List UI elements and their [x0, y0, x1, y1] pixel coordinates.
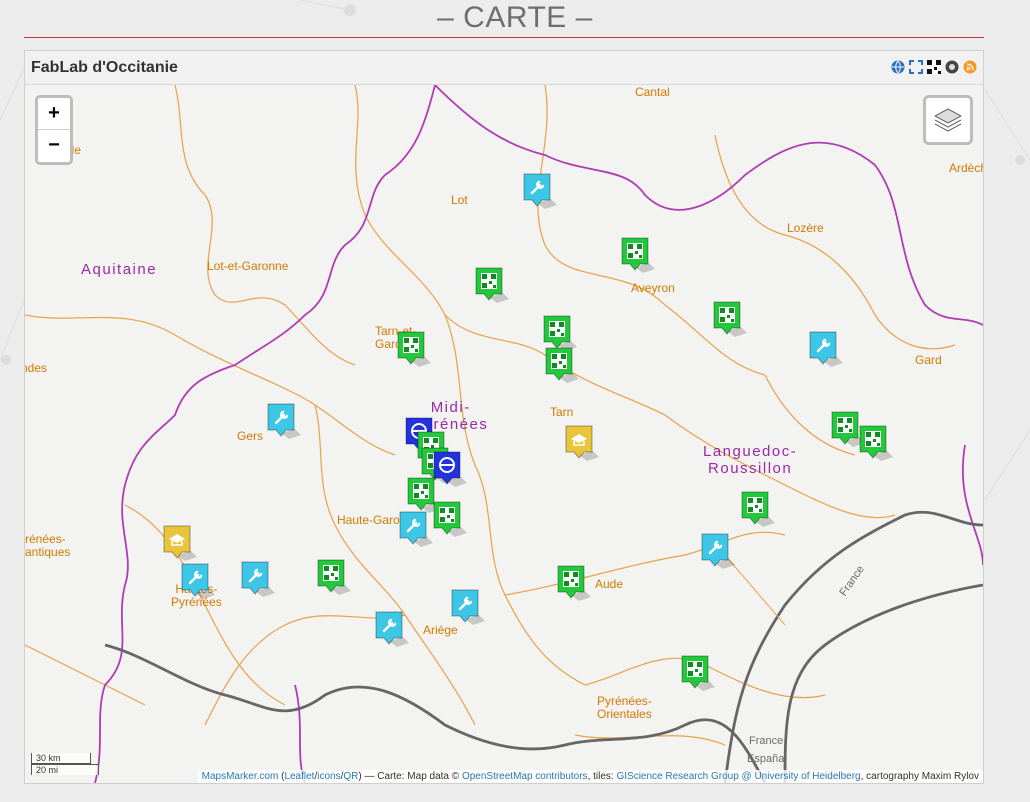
attribution-osm-link[interactable]: OpenStreetMap contributors — [462, 771, 588, 782]
map-title: FabLab d'Occitanie — [31, 59, 178, 76]
dept-label-gard: Gard — [915, 353, 942, 367]
kml-icon[interactable] — [945, 60, 959, 74]
marker-tool[interactable] — [451, 589, 485, 625]
dept-label-lozere: Lozère — [787, 221, 824, 235]
map-attribution: MapsMarker.com (Leaflet/icons/QR) — Cart… — [197, 770, 983, 783]
country-label-espana: España — [747, 753, 785, 765]
marker-qr[interactable] — [713, 301, 747, 337]
attribution-icons-link[interactable]: icons — [317, 771, 340, 782]
qr-code-icon — [719, 307, 735, 323]
attribution-qr-link[interactable]: QR — [343, 771, 358, 782]
marker-qr[interactable] — [859, 425, 893, 461]
marker-qr[interactable] — [475, 267, 509, 303]
qr-code-icon — [563, 571, 579, 587]
marker-education[interactable] — [163, 525, 197, 561]
qr-code-icon — [627, 243, 643, 259]
dept-label-lot: Lot — [451, 193, 468, 207]
dept-label-landes: Landes — [25, 361, 47, 375]
globe-icon[interactable] — [891, 60, 905, 74]
zoom-out-button[interactable]: − — [38, 130, 70, 161]
dept-label-gers: Gers — [237, 429, 264, 443]
scale-bar: 30 km 20 mi — [31, 753, 99, 775]
header-icons — [891, 60, 977, 74]
dept-label-ardeche: Ardèche — [949, 161, 983, 175]
qr-code-icon — [403, 337, 419, 353]
dept-label-lot-et-garonne: Lot-et-Garonne — [207, 259, 289, 273]
marker-qr[interactable] — [741, 491, 775, 527]
qr-code-icon — [865, 431, 881, 447]
marker-qr[interactable] — [621, 237, 655, 273]
dept-label-tarn: Tarn — [550, 405, 574, 419]
layers-control-button[interactable] — [923, 95, 973, 145]
fullscreen-icon[interactable] — [909, 60, 923, 74]
attribution-map-data: — Carte: Map data © — [364, 771, 460, 782]
marker-qr[interactable] — [397, 331, 431, 367]
marker-tool[interactable] — [241, 561, 275, 597]
qr-code-icon — [551, 353, 567, 369]
country-label-france: France — [749, 735, 784, 747]
marker-qr[interactable] — [681, 655, 715, 691]
attribution-cartography: , cartography Maxim Rylov — [860, 771, 979, 782]
attribution-paren-close: ) — [358, 771, 362, 782]
dept-label-ariege: Ariège — [423, 623, 458, 637]
marker-tool[interactable] — [181, 563, 215, 599]
attribution-leaflet-link[interactable]: Leaflet — [284, 771, 314, 782]
qr-code-icon — [439, 507, 455, 523]
dept-label-aude: Aude — [595, 577, 624, 591]
qr-code-icon — [413, 483, 429, 499]
map-header: FabLab d'Occitanie — [25, 51, 983, 85]
marker-qr[interactable] — [407, 477, 441, 513]
dept-label-cantal: Cantal — [635, 85, 670, 99]
dept-label-aveyron: Aveyron — [631, 281, 675, 295]
marker-tool[interactable] — [375, 611, 409, 647]
map-canvas[interactable]: Aquitaine Midi- Pyrénées Languedoc- Roussi… — [25, 85, 983, 783]
marker-tool[interactable] — [523, 173, 557, 209]
title-divider — [24, 37, 984, 38]
marker-qr[interactable] — [545, 347, 579, 383]
qr-code-icon — [549, 321, 565, 337]
qr-code-icon — [323, 565, 339, 581]
attribution-mapsmarker-link[interactable]: MapsMarker.com — [202, 771, 279, 782]
marker-tool[interactable] — [267, 403, 301, 439]
dept-label-pyrenees-atlantiques: rénées-antiques — [25, 532, 71, 559]
layers-icon — [933, 108, 963, 132]
scale-imperial: 20 mi — [31, 764, 99, 775]
qr-code-icon — [747, 497, 763, 513]
map-panel: FabLab d'Occitanie Aquitaine Midi- Pyrén… — [24, 50, 984, 784]
marker-qr[interactable] — [317, 559, 351, 595]
zoom-in-button[interactable]: + — [38, 98, 70, 130]
marker-education[interactable] — [565, 425, 599, 461]
qr-code-icon — [687, 661, 703, 677]
region-label-aquitaine: Aquitaine — [81, 261, 158, 278]
marker-tool[interactable] — [701, 533, 735, 569]
marker-tool[interactable] — [809, 331, 843, 367]
marker-qr[interactable] — [543, 315, 577, 351]
attribution-giscience-link[interactable]: GIScience Research Group @ University of… — [616, 771, 860, 782]
page-title: – CARTE – — [437, 1, 593, 34]
qr-code-icon[interactable] — [927, 60, 941, 74]
marker-tool[interactable] — [399, 511, 433, 547]
zoom-control: + − — [35, 95, 73, 165]
marker-qr[interactable] — [557, 565, 591, 601]
marker-qr[interactable] — [831, 411, 865, 447]
qr-code-icon — [481, 273, 497, 289]
attribution-tiles: , tiles: — [587, 771, 614, 782]
region-label-languedoc: Languedoc- Roussillon — [703, 443, 798, 477]
rss-icon[interactable] — [963, 60, 977, 74]
marker-qr[interactable] — [433, 501, 467, 537]
qr-code-icon — [837, 417, 853, 433]
scale-metric: 30 km — [31, 753, 91, 764]
dept-label-pyrenees-orientales: Pyrénées- Orientales — [597, 694, 652, 721]
